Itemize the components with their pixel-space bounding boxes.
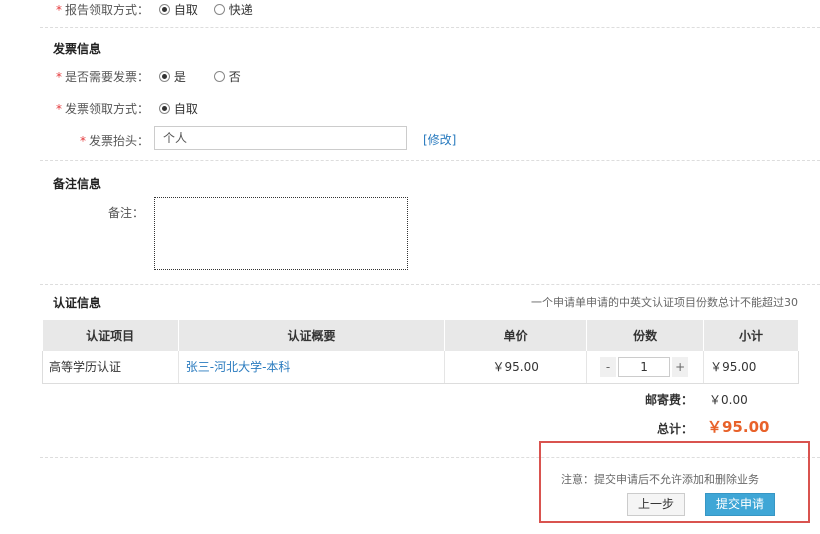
report-pickup-self-option[interactable]: 自取 (158, 3, 198, 17)
invoice-need-yes-option[interactable]: 是 (158, 70, 186, 84)
column-header: 小计 (703, 320, 799, 351)
total-label: 总计： (657, 422, 694, 436)
report-pickup-label: 报告领取方式： (65, 3, 150, 17)
total-value: ￥95.00 (707, 418, 770, 436)
divider (40, 284, 820, 285)
invoice-pickup-row: * 发票领取方式： 自取 (56, 100, 198, 117)
radio-selected-icon[interactable] (158, 103, 170, 114)
column-header: 认证概要 (178, 320, 446, 351)
cert-summary-link[interactable]: 张三-河北大学-本科 (186, 360, 291, 374)
submit-application-button[interactable]: 提交申请 (705, 493, 775, 516)
cert-subtotal-cell: ￥95.00 (703, 351, 799, 384)
invoice-header-label-wrap: * 发票抬头： (80, 132, 149, 149)
table-row: 高等学历认证 张三-河北大学-本科 ￥95.00 - 1 + ￥95.00 (42, 351, 799, 384)
report-pickup-row: * 报告领取方式： 自取 快递 (56, 1, 253, 18)
invoice-header-modify-link[interactable]: [修改] (423, 131, 456, 148)
radio-selected-icon[interactable] (158, 71, 170, 82)
remarks-textarea[interactable] (154, 197, 408, 270)
invoice-pickup-self-option[interactable]: 自取 (158, 102, 198, 116)
required-marker: * (56, 3, 62, 17)
cert-price-cell: ￥95.00 (444, 351, 587, 384)
invoice-need-no-option[interactable]: 否 (213, 70, 241, 84)
cert-item-cell: 高等学历认证 (42, 351, 179, 384)
remarks-section-title: 备注信息 (53, 177, 102, 191)
cert-quantity-cell: - 1 + (586, 351, 704, 384)
column-header: 单价 (444, 320, 588, 351)
divider (40, 27, 820, 28)
report-pickup-express-option[interactable]: 快递 (213, 3, 253, 17)
postage-value: ￥0.00 (709, 393, 748, 407)
invoice-section-title: 发票信息 (53, 42, 102, 56)
invoice-header-input[interactable]: 个人 (154, 126, 407, 150)
radio-icon[interactable] (213, 4, 225, 15)
remarks-label: 备注： (108, 206, 145, 220)
quantity-decrease-button[interactable]: - (600, 356, 617, 377)
required-marker: * (56, 102, 62, 116)
required-marker: * (56, 70, 62, 84)
invoice-need-label: 是否需要发票： (65, 70, 150, 84)
certification-table: 认证项目 认证概要 单价 份数 小计 高等学历认证 张三-河北大学-本科 ￥95… (42, 320, 799, 384)
divider (40, 160, 820, 161)
table-header-row: 认证项目 认证概要 单价 份数 小计 (42, 320, 799, 351)
certification-section-title: 认证信息 (53, 296, 102, 310)
invoice-pickup-label: 发票领取方式： (65, 102, 150, 116)
required-marker: * (80, 134, 86, 148)
cert-summary-cell: 张三-河北大学-本科 (177, 351, 445, 384)
previous-step-button[interactable]: 上一步 (627, 493, 685, 516)
invoice-need-row: * 是否需要发票： 是 否 (56, 68, 241, 85)
column-header: 份数 (586, 320, 705, 351)
quantity-increase-button[interactable]: + (672, 356, 689, 377)
radio-selected-icon[interactable] (158, 4, 170, 15)
quantity-input[interactable]: 1 (618, 356, 671, 377)
certification-limit-note: 一个申请单申请的中英文认证项目份数总计不能超过30 (531, 296, 798, 309)
quantity-stepper: - 1 + (600, 356, 689, 377)
radio-icon[interactable] (213, 71, 225, 82)
invoice-header-label: 发票抬头： (89, 134, 150, 148)
submit-notice: 注意：提交申请后不允许添加和删除业务 (561, 473, 759, 486)
column-header: 认证项目 (42, 320, 179, 351)
postage-label: 邮寄费： (645, 393, 694, 407)
